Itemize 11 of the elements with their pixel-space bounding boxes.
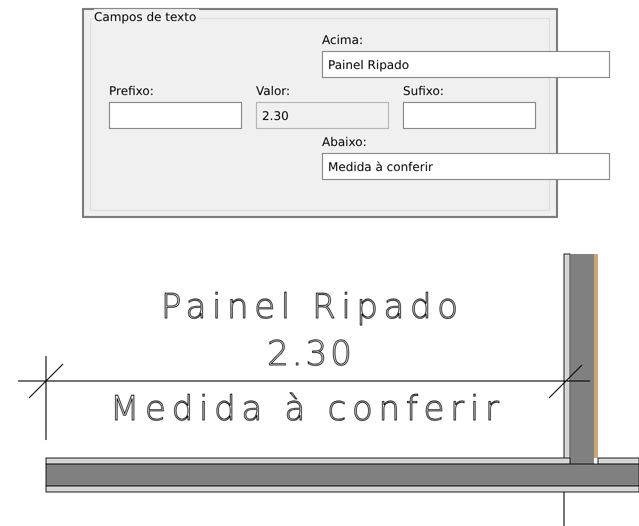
field-label: Abaixo: — [322, 135, 368, 149]
group-title: Campos de texto — [94, 9, 200, 25]
field-label: Acima: — [322, 33, 364, 47]
field-label: Prefixo: — [109, 84, 155, 98]
text-field[interactable]: Painel Ripado — [322, 51, 610, 78]
dimension-text-below: Medida à conferir — [110, 389, 502, 429]
dimension-value: 2.30 — [267, 334, 355, 374]
field-label: Valor: — [256, 84, 292, 98]
text-field[interactable]: Medida à conferir — [322, 153, 610, 180]
dimension-text-above: Painel Ripado — [161, 287, 461, 327]
field-label: Sufixo: — [403, 84, 445, 98]
